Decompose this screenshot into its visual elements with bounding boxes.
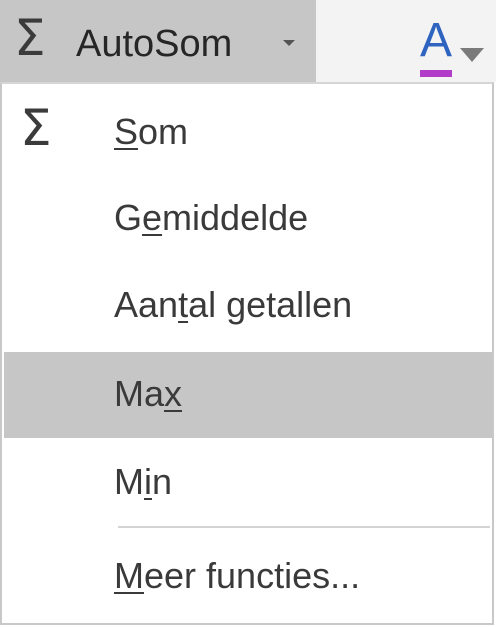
menu-item-label: Aantal getallen (114, 284, 353, 325)
menu-item-label: Meer functies... (114, 555, 361, 596)
font-color-swatch (420, 70, 452, 77)
menu-item-gemiddelde[interactable]: Gemiddelde (4, 176, 492, 262)
font-color-button[interactable]: A (414, 8, 484, 80)
menu-item-label: Min (114, 461, 173, 502)
menu-item-aantal-getallen[interactable]: Aantal getallen (4, 263, 492, 349)
chevron-down-icon (283, 40, 295, 46)
sigma-icon: Σ (14, 9, 46, 67)
menu-item-max[interactable]: Max (4, 352, 492, 438)
menu-item-som[interactable]: Σ Som (4, 90, 492, 176)
menu-item-label: Max (114, 373, 183, 414)
autosum-label: AutoSom (76, 23, 233, 65)
autosum-button[interactable]: Σ AutoSom (0, 0, 316, 82)
menu-separator (118, 526, 490, 528)
menu-item-label: Som (114, 111, 189, 152)
dropdown-corner-icon (460, 48, 484, 62)
autosum-dropdown-menu: Σ Som Gemiddelde Aantal getallen Max Min… (0, 82, 494, 625)
font-color-icon: A (420, 14, 453, 67)
menu-item-label: Gemiddelde (114, 197, 309, 238)
menu-item-min[interactable]: Min (4, 440, 492, 526)
ribbon-toolbar: Σ AutoSom A (0, 0, 496, 82)
sigma-icon: Σ (20, 99, 52, 157)
menu-item-meer-functies[interactable]: Meer functies... (4, 534, 492, 620)
